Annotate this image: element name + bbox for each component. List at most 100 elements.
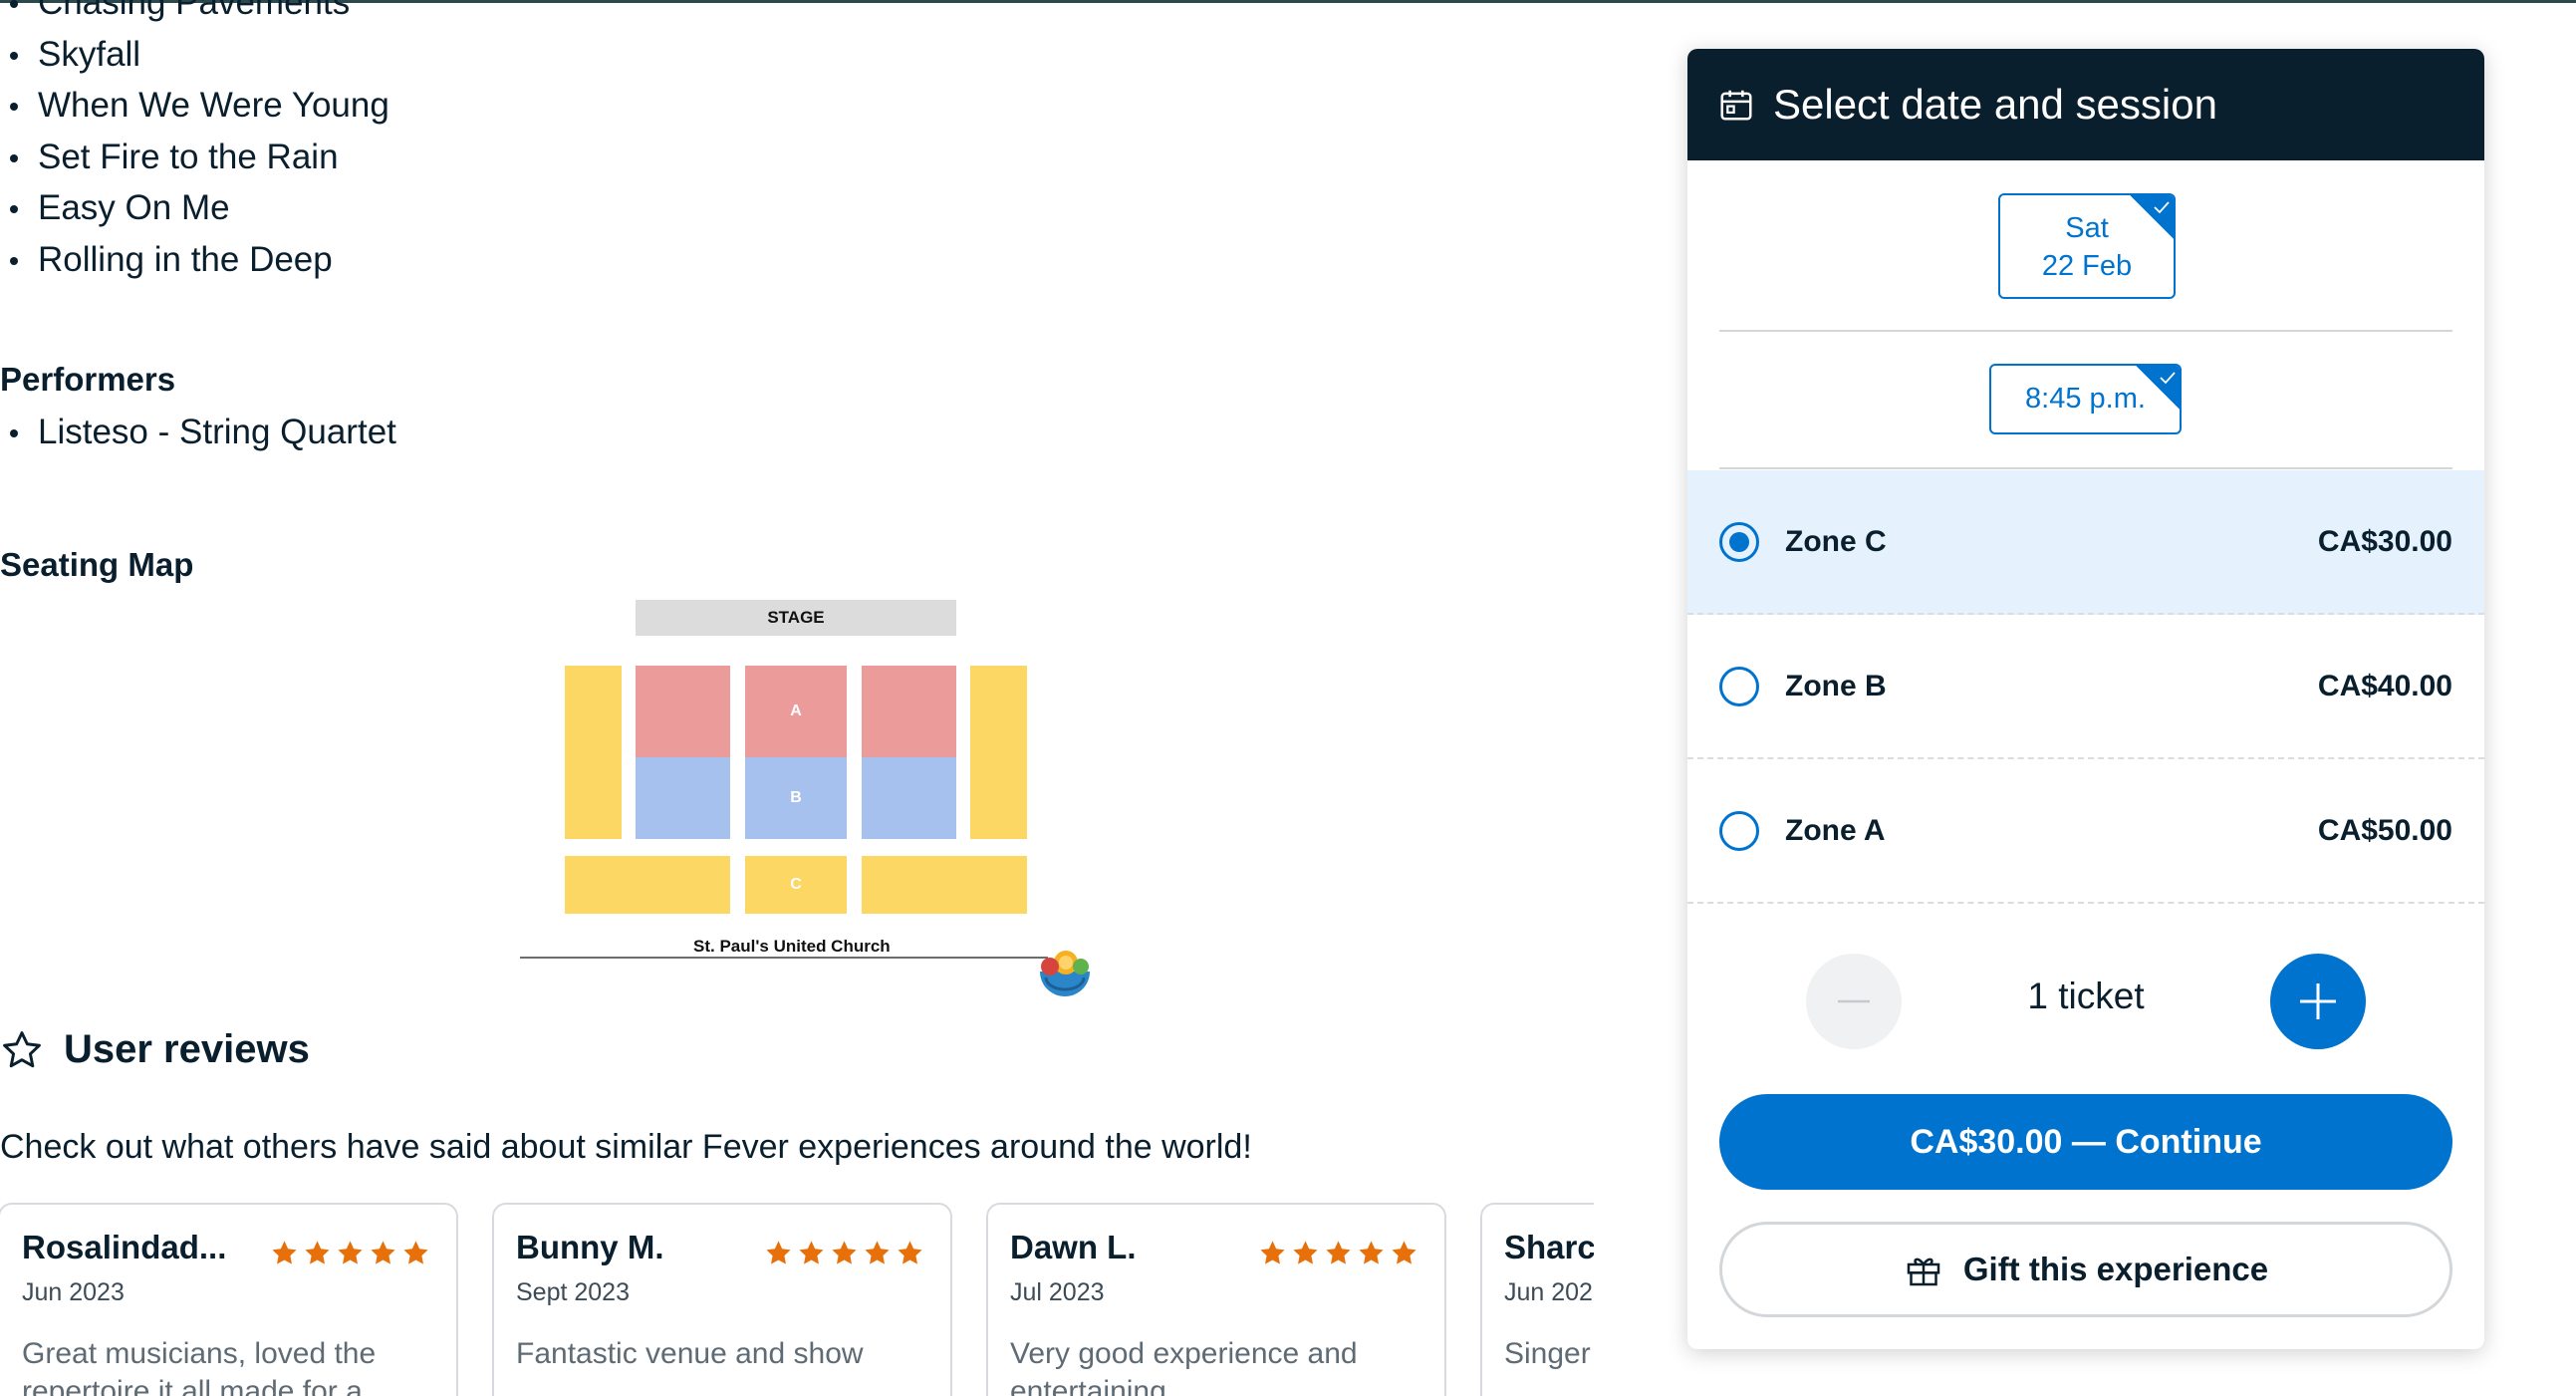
reviews-title: User reviews bbox=[64, 1027, 310, 1071]
zone-option-b[interactable]: Zone B CA$40.00 bbox=[1687, 615, 2484, 759]
list-item: Rolling in the Deep bbox=[0, 234, 389, 286]
venue-label: St. Paul's United Church bbox=[693, 937, 891, 956]
review-card[interactable]: Dawn L. Jul 2023 Very good experience an… bbox=[986, 1203, 1446, 1396]
plus-icon bbox=[2300, 983, 2336, 1019]
star-icon bbox=[1392, 1241, 1417, 1264]
date-day: 22 Feb bbox=[2041, 250, 2133, 282]
side-block-left bbox=[565, 666, 622, 839]
review-text: Very good experience and entertaining bbox=[1010, 1337, 1358, 1396]
booking-title: Select date and session bbox=[1773, 81, 2217, 128]
selected-corner bbox=[2135, 366, 2180, 411]
zone-option-a[interactable]: Zone A CA$50.00 bbox=[1687, 759, 2484, 904]
star-icon bbox=[766, 1241, 791, 1264]
reviewer-name: Sharc bbox=[1504, 1229, 1594, 1265]
venue-divider bbox=[520, 957, 1048, 959]
zone-c-right bbox=[862, 856, 1027, 914]
review-text: Fantastic venue and show bbox=[516, 1337, 864, 1370]
radio-button[interactable] bbox=[1719, 810, 1759, 851]
star-rating bbox=[764, 1239, 924, 1267]
session-time: 8:45 p.m. bbox=[2025, 383, 2146, 415]
zone-b-left bbox=[636, 757, 730, 839]
review-card[interactable]: Rosalindad... Jun 2023 Great musicians, … bbox=[0, 1203, 458, 1396]
divider bbox=[1719, 330, 2452, 332]
review-text: Great musicians, loved the repertoire it… bbox=[22, 1337, 377, 1396]
increase-ticket-button[interactable] bbox=[2270, 954, 2366, 1049]
star-icon bbox=[799, 1241, 824, 1264]
star-icon bbox=[1326, 1241, 1351, 1264]
seating-map: STAGE A B C St. Paul's United Church bbox=[518, 600, 1096, 1018]
zone-a-label: A bbox=[745, 666, 847, 757]
continue-button[interactable]: CA$30.00 — Continue bbox=[1719, 1094, 2452, 1190]
gift-icon bbox=[1907, 1257, 1940, 1286]
review-text: Singer Wineb bbox=[1504, 1337, 1594, 1370]
gift-experience-button[interactable]: Gift this experience bbox=[1719, 1222, 2452, 1317]
gift-label: Gift this experience bbox=[1962, 1251, 2269, 1287]
star-icon bbox=[1293, 1241, 1318, 1264]
ticket-count: 1 ticket bbox=[2027, 976, 2145, 1016]
zone-price: CA$40.00 bbox=[2317, 669, 2452, 702]
list-item: Skyfall bbox=[0, 29, 389, 81]
star-icon bbox=[1260, 1241, 1285, 1264]
performers-heading: Performers bbox=[0, 361, 176, 398]
zone-name: Zone A bbox=[1785, 813, 1886, 847]
star-icon bbox=[371, 1241, 395, 1264]
review-date: Jul 2023 bbox=[1010, 1278, 1105, 1306]
star-rating bbox=[1258, 1239, 1418, 1267]
divider bbox=[1719, 467, 2452, 469]
zone-price: CA$50.00 bbox=[2317, 813, 2452, 847]
zone-name: Zone B bbox=[1785, 669, 1887, 702]
star-icon bbox=[338, 1241, 363, 1264]
star-icon bbox=[898, 1241, 922, 1264]
review-card[interactable]: Bunny M. Sept 2023 Fantastic venue and s… bbox=[492, 1203, 952, 1396]
list-item: When We Were Young bbox=[0, 80, 389, 132]
selected-corner bbox=[2129, 195, 2174, 240]
seating-map-heading: Seating Map bbox=[0, 546, 194, 583]
review-card[interactable]: Sharc Jun 202 Singer Wineb bbox=[1480, 1203, 1594, 1396]
star-icon bbox=[832, 1241, 857, 1264]
zone-a-left bbox=[636, 666, 730, 757]
calendar-icon bbox=[1720, 90, 1752, 121]
stage: STAGE bbox=[636, 600, 956, 636]
star-icon bbox=[1359, 1241, 1384, 1264]
list-item: Set Fire to the Rain bbox=[0, 132, 389, 183]
zone-c-left bbox=[565, 856, 730, 914]
star-outline-icon bbox=[3, 1030, 41, 1067]
side-block-right bbox=[970, 666, 1027, 839]
checkmark-icon bbox=[2154, 201, 2170, 214]
reviews-carousel[interactable]: Rosalindad... Jun 2023 Great musicians, … bbox=[0, 1203, 1594, 1396]
user-reviews-heading: User reviews bbox=[0, 1027, 310, 1072]
star-icon bbox=[403, 1241, 428, 1264]
time-option-selected[interactable]: 8:45 p.m. bbox=[1989, 364, 2182, 434]
star-icon bbox=[272, 1241, 297, 1264]
zone-name: Zone C bbox=[1785, 524, 1887, 558]
zone-a-right bbox=[862, 666, 956, 757]
review-date: Sept 2023 bbox=[516, 1278, 630, 1306]
star-icon bbox=[865, 1241, 890, 1264]
zone-c-label: C bbox=[745, 856, 847, 914]
star-icon bbox=[305, 1241, 330, 1264]
checkmark-icon bbox=[2160, 372, 2176, 385]
list-item: Chasing Pavements bbox=[0, 0, 389, 29]
event-details: Chasing Pavements Skyfall When We Were Y… bbox=[0, 0, 1594, 1396]
booking-panel: Select date and session Sat 22 Feb 8:45 … bbox=[1687, 49, 2484, 1349]
setlist: Chasing Pavements Skyfall When We Were Y… bbox=[0, 0, 389, 285]
review-date: Jun 202 bbox=[1504, 1278, 1593, 1306]
date-option-selected[interactable]: Sat 22 Feb bbox=[1998, 193, 2176, 299]
decrease-ticket-button[interactable] bbox=[1806, 954, 1902, 1049]
list-item: Easy On Me bbox=[0, 182, 389, 234]
performers-list: Listeso - String Quartet bbox=[0, 407, 396, 458]
reviews-subtitle: Check out what others have said about si… bbox=[0, 1128, 1252, 1166]
radio-button[interactable] bbox=[1719, 666, 1759, 706]
star-rating bbox=[270, 1239, 430, 1267]
booking-header: Select date and session bbox=[1687, 49, 2484, 160]
zone-b-right bbox=[862, 757, 956, 839]
list-item: Listeso - String Quartet bbox=[0, 407, 396, 458]
review-date: Jun 2023 bbox=[22, 1278, 125, 1306]
zone-option-c[interactable]: Zone C CA$30.00 bbox=[1687, 470, 2484, 615]
radio-button-selected[interactable] bbox=[1719, 521, 1759, 562]
zone-b-label: B bbox=[745, 757, 847, 839]
minus-icon bbox=[1838, 999, 1870, 1003]
review-card-clip: Sharc Jun 202 Singer Wineb bbox=[1480, 1203, 1594, 1396]
fruit-bowl-icon bbox=[1040, 951, 1090, 996]
zone-price: CA$30.00 bbox=[2317, 524, 2452, 558]
